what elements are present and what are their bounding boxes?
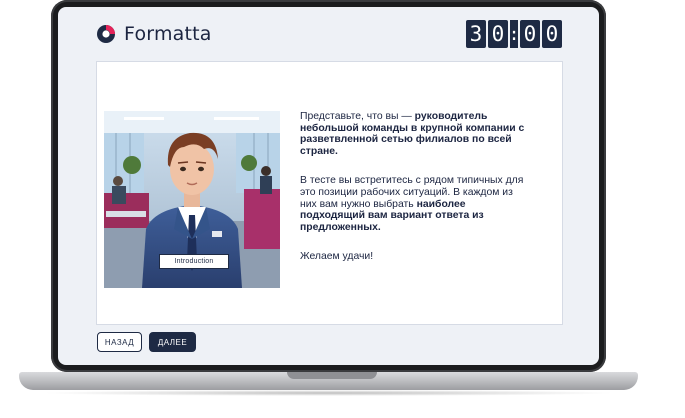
formatta-logo-icon: [97, 25, 115, 43]
content-panel: Introduction Представьте, что вы — руков…: [96, 61, 563, 325]
paragraph-wish: Желаем удачи!: [300, 251, 374, 263]
back-button[interactable]: НАЗАД: [97, 332, 142, 352]
paragraph-details-text: В тесте вы встретитесь с рядом типичных …: [300, 175, 524, 210]
logo: Formatta: [96, 23, 212, 45]
timer-digit: 0: [520, 20, 540, 48]
laptop-notch: [287, 372, 377, 379]
logo-text: Formatta: [124, 23, 212, 45]
manager-illustration: Introduction: [104, 111, 280, 288]
next-button[interactable]: ДАЛЕЕ: [149, 332, 196, 352]
timer-digit: 0: [488, 20, 508, 48]
timer-separator: :: [509, 20, 519, 48]
paragraph-details: В тесте вы встретитесь с рядом типичных …: [300, 175, 532, 233]
app-screen: Formatta 3 0 : 0 0 Introduction Представ…: [58, 7, 599, 365]
countdown-timer: 3 0 : 0 0: [464, 20, 562, 48]
introduction-label: Introduction: [159, 254, 229, 269]
instructions-text: Представьте, что вы — руководитель небол…: [300, 111, 532, 281]
laptop-shadow: [40, 390, 617, 396]
paragraph-intro-text: Представьте, что вы —: [300, 111, 415, 122]
paragraph-intro: Представьте, что вы — руководитель небол…: [300, 111, 532, 157]
timer-digit: 0: [542, 20, 562, 48]
timer-digit: 3: [466, 20, 486, 48]
